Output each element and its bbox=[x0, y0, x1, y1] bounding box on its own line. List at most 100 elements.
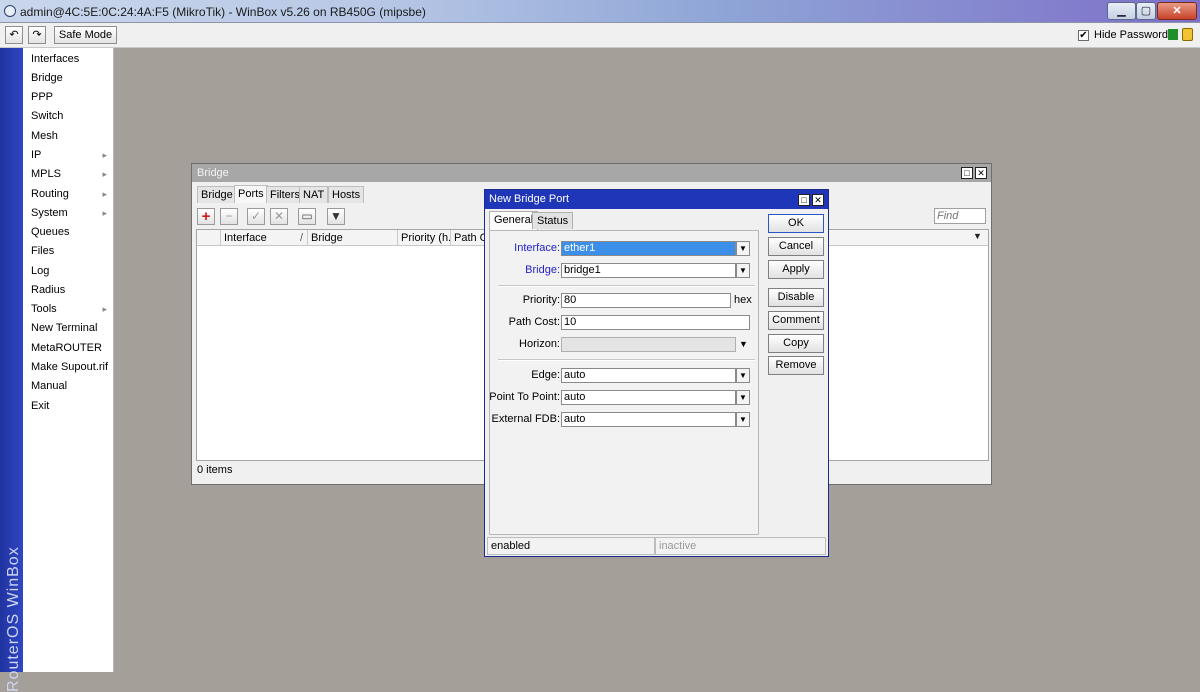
column-header-blank[interactable] bbox=[197, 230, 221, 246]
disable-icon[interactable]: ✕ bbox=[270, 208, 288, 225]
minimize-button[interactable]: ▁ bbox=[1107, 2, 1136, 20]
maximize-button[interactable]: ▢ bbox=[1136, 2, 1156, 20]
menu-item-label: Switch bbox=[31, 110, 64, 122]
submenu-arrow-icon: ▸ bbox=[102, 304, 107, 314]
menu-item-label: Mesh bbox=[31, 130, 58, 142]
close-button[interactable]: ✕ bbox=[1157, 2, 1197, 20]
menu-item-label: Files bbox=[31, 245, 55, 257]
menu-item-label: PPP bbox=[31, 91, 54, 103]
dialog-close-button[interactable]: ✕ bbox=[812, 194, 824, 206]
submenu-arrow-icon: ▸ bbox=[102, 189, 107, 199]
find-input[interactable] bbox=[934, 208, 986, 224]
menu-item-manual[interactable]: Manual bbox=[23, 377, 113, 396]
menu-item-new-terminal[interactable]: New Terminal bbox=[23, 319, 113, 338]
column-header-interface[interactable]: Interface / bbox=[221, 230, 308, 246]
menu-item-system[interactable]: System ▸ bbox=[23, 204, 113, 223]
bridge-label: Bridge: bbox=[525, 264, 560, 276]
menu-item-label: Radius bbox=[31, 284, 66, 296]
menu-item-bridge[interactable]: Bridge bbox=[23, 69, 113, 88]
interface-select[interactable]: ether1 bbox=[561, 241, 736, 256]
menu-item-mpls[interactable]: MPLS ▸ bbox=[23, 165, 113, 184]
apply-button[interactable]: Apply bbox=[768, 260, 824, 279]
tab-nat[interactable]: NAT bbox=[299, 186, 329, 203]
bridge-maximize-button[interactable]: □ bbox=[961, 167, 973, 179]
bridge-window-title[interactable]: Bridge bbox=[192, 164, 991, 182]
connection-status-icon bbox=[1168, 29, 1178, 40]
title-bar: admin@4C:5E:0C:24:4A:F5 (MikroTik) - Win… bbox=[0, 0, 1200, 23]
tab-ports[interactable]: Ports bbox=[234, 185, 268, 203]
horizon-dropdown-icon[interactable]: ▼ bbox=[739, 339, 748, 349]
hide-passwords-checkbox[interactable]: ✔ bbox=[1078, 30, 1089, 41]
add-icon[interactable]: + bbox=[197, 208, 215, 225]
path-cost-input[interactable]: 10 bbox=[561, 315, 750, 330]
priority-input[interactable]: 80 bbox=[561, 293, 731, 308]
horizon-input[interactable] bbox=[561, 337, 736, 352]
menu-item-label: Interfaces bbox=[31, 53, 80, 65]
point-to-point-label: Point To Point: bbox=[489, 391, 560, 403]
bridge-close-button[interactable]: ✕ bbox=[975, 167, 987, 179]
main-toolbar: ↶ ↷ Safe Mode ✔ Hide Passwords bbox=[0, 23, 1200, 48]
comment-icon[interactable]: ▭ bbox=[298, 208, 316, 225]
menu-item-tools[interactable]: Tools ▸ bbox=[23, 300, 113, 319]
menu-item-label: IP bbox=[31, 149, 42, 161]
menu-item-make-supout[interactable]: Make Supout.rif bbox=[23, 358, 113, 377]
priority-hex-suffix: hex bbox=[734, 294, 752, 306]
menu-item-exit[interactable]: Exit bbox=[23, 397, 113, 416]
remove-button[interactable]: Remove bbox=[768, 356, 824, 375]
general-pane: Interface: ether1 ▼ Bridge: bridge1 ▼ Pr… bbox=[489, 230, 759, 535]
priority-label: Priority: bbox=[522, 294, 560, 306]
external-fdb-select[interactable]: auto bbox=[561, 412, 736, 427]
remove-icon[interactable]: − bbox=[220, 208, 238, 225]
point-to-point-dropdown-icon[interactable]: ▼ bbox=[736, 390, 750, 405]
bridge-select[interactable]: bridge1 bbox=[561, 263, 736, 278]
dialog-maximize-button[interactable]: □ bbox=[798, 194, 810, 206]
lock-icon bbox=[1182, 28, 1193, 41]
window-title: admin@4C:5E:0C:24:4A:F5 (MikroTik) - Win… bbox=[20, 5, 426, 19]
menu-item-radius[interactable]: Radius bbox=[23, 281, 113, 300]
disable-button[interactable]: Disable bbox=[768, 288, 824, 307]
menu-item-mesh[interactable]: Mesh bbox=[23, 127, 113, 146]
menu-item-ip[interactable]: IP ▸ bbox=[23, 146, 113, 165]
external-fdb-dropdown-icon[interactable]: ▼ bbox=[736, 412, 750, 427]
main-menu: Interfaces Bridge PPP Switch Mesh IP ▸ MP… bbox=[23, 48, 114, 672]
menu-item-interfaces[interactable]: Interfaces bbox=[23, 50, 113, 69]
menu-item-metarouter[interactable]: MetaROUTER bbox=[23, 339, 113, 358]
comment-button[interactable]: Comment bbox=[768, 311, 824, 330]
tab-general[interactable]: General bbox=[489, 211, 539, 230]
menu-item-label: New Terminal bbox=[31, 322, 98, 334]
menu-item-ppp[interactable]: PPP bbox=[23, 88, 113, 107]
column-header-bridge[interactable]: Bridge bbox=[308, 230, 398, 246]
tab-status[interactable]: Status bbox=[532, 212, 574, 229]
hide-passwords-label: Hide Passwords bbox=[1094, 29, 1174, 41]
tab-hosts[interactable]: Hosts bbox=[328, 186, 365, 203]
ok-button[interactable]: OK bbox=[768, 214, 824, 233]
edge-dropdown-icon[interactable]: ▼ bbox=[736, 368, 750, 383]
filter-icon[interactable]: ▼ bbox=[327, 208, 345, 225]
menu-item-label: Routing bbox=[31, 188, 69, 200]
point-to-point-select[interactable]: auto bbox=[561, 390, 736, 405]
menu-item-queues[interactable]: Queues bbox=[23, 223, 113, 242]
menu-item-log[interactable]: Log bbox=[23, 262, 113, 281]
menu-item-label: MetaROUTER bbox=[31, 342, 102, 354]
interface-label: Interface: bbox=[514, 242, 560, 254]
safe-mode-button[interactable]: Safe Mode bbox=[54, 26, 117, 44]
menu-item-label: Bridge bbox=[31, 72, 63, 84]
undo-button[interactable]: ↶ bbox=[5, 26, 23, 44]
path-cost-label: Path Cost: bbox=[508, 316, 560, 328]
copy-button[interactable]: Copy bbox=[768, 334, 824, 353]
menu-item-label: Manual bbox=[31, 380, 68, 392]
cancel-button[interactable]: Cancel bbox=[768, 237, 824, 256]
tab-bridge[interactable]: Bridge bbox=[197, 186, 237, 203]
redo-button[interactable]: ↷ bbox=[28, 26, 46, 44]
columns-dropdown-icon[interactable]: ▼ bbox=[973, 231, 982, 241]
dialog-title[interactable]: New Bridge Port bbox=[485, 190, 828, 209]
bridge-dropdown-icon[interactable]: ▼ bbox=[736, 263, 750, 278]
submenu-arrow-icon: ▸ bbox=[102, 208, 107, 218]
enable-icon[interactable]: ✓ bbox=[247, 208, 265, 225]
interface-dropdown-icon[interactable]: ▼ bbox=[736, 241, 750, 256]
edge-select[interactable]: auto bbox=[561, 368, 736, 383]
menu-item-switch[interactable]: Switch bbox=[23, 107, 113, 126]
menu-item-label: Queues bbox=[31, 226, 70, 238]
menu-item-files[interactable]: Files bbox=[23, 242, 113, 261]
menu-item-routing[interactable]: Routing ▸ bbox=[23, 185, 113, 204]
